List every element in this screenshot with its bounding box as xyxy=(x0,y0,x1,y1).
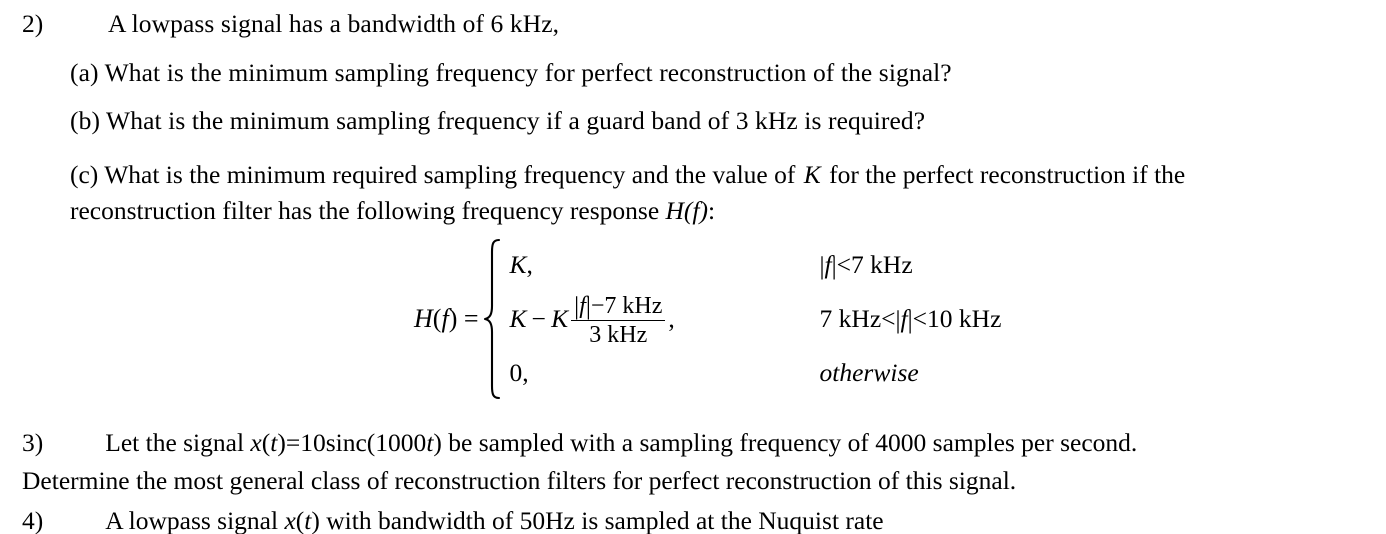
equation-lhs-close-paren: ) xyxy=(448,304,458,333)
case1-abs-bar-right: | xyxy=(831,253,837,280)
case2-fraction: |f|−7 kHz 3 kHz xyxy=(571,292,666,348)
equation-case-1-value: K, xyxy=(504,250,814,280)
case2-f: f xyxy=(900,304,908,333)
case2-cond-lhs: 7 kHz xyxy=(819,304,882,333)
equation-case-2-condition: 7 kHz<|f|<10 kHz xyxy=(814,304,1002,334)
question-4-text-post: with bandwidth of 50Hz is sampled at the… xyxy=(319,506,884,534)
case2-K2: K xyxy=(551,304,569,333)
item-c-line2-part2: : xyxy=(708,196,716,225)
case1-rhs: 7 kHz xyxy=(851,250,913,279)
question-3-expr-rhs-post: ) xyxy=(433,428,442,457)
equation-cases: K, |f|<7 kHz K − K |f|−7 kHz 3 kHz , 7 k… xyxy=(504,238,1002,400)
question-4-expr-x: x xyxy=(284,506,296,534)
case2-trailing-comma: , xyxy=(668,304,675,333)
item-c-transfer-function: H(f) xyxy=(665,196,708,225)
case2-numer-abs-bar-right: | xyxy=(585,292,591,320)
item-c-text-part1: (c) What is the minimum required samplin… xyxy=(70,160,802,189)
question-3-expr-close-paren: ) xyxy=(277,428,286,457)
question-3-line1: 3) Let the signal x(t)=10sinc(1000t) be s… xyxy=(22,424,1362,462)
case2-abs-bar-left: | xyxy=(895,307,901,334)
document-page: 2) A lowpass signal has a bandwidth of 6… xyxy=(0,0,1386,534)
question-2-item-c-line1: (c) What is the minimum required samplin… xyxy=(70,160,1185,189)
question-2-number: 2) xyxy=(22,9,44,38)
question-3-line2: Determine the most general class of reco… xyxy=(22,466,1017,495)
question-2-item-b: (b) What is the minimum sampling frequen… xyxy=(70,106,926,135)
question-2-item-c-line2: reconstruction filter has the following … xyxy=(70,193,1370,229)
question-3-expr-open-paren: ( xyxy=(261,428,271,457)
question-3-expr-x: x xyxy=(250,428,262,457)
question-2-stem: A lowpass signal has a bandwidth of 6 kH… xyxy=(108,9,560,38)
case2-abs-bar-right: | xyxy=(907,307,913,334)
case2-fraction-numerator: |f|−7 kHz xyxy=(571,292,666,321)
question-3-number: 3) xyxy=(22,428,44,457)
piecewise-equation: H(f) = K, |f|<7 kHz K − K |f|−7 kHz 3 kH… xyxy=(414,238,1001,400)
case2-cond-rhs: 10 kHz xyxy=(927,304,1002,333)
equation-case-3-condition: otherwise xyxy=(819,358,919,387)
equation-left-hand-side: H(f) = xyxy=(414,304,482,334)
question-4-clipped: 4) A lowpass signal x(t) with bandwidth o… xyxy=(22,505,1362,534)
case1-abs-bar-left: | xyxy=(819,253,825,280)
question-2-item-a: (a) What is the minimum sampling frequen… xyxy=(70,58,952,87)
case1-less-than: < xyxy=(836,250,852,279)
case2-numer-abs-bar-left: | xyxy=(574,292,580,320)
case2-less-than-2: < xyxy=(912,304,928,333)
question-4-number: 4) xyxy=(22,506,44,534)
question-3-line1-post: be sampled with a sampling frequency of … xyxy=(441,428,1138,457)
case2-numer-minus: − xyxy=(590,292,605,319)
equation-lhs-f: f xyxy=(441,304,449,333)
question-3-line1-pre: Let the signal xyxy=(105,428,251,457)
item-c-line2-part1: reconstruction filter has the following … xyxy=(70,196,666,225)
equation-case-2-value: K − K |f|−7 kHz 3 kHz , xyxy=(504,292,814,348)
case1-K: K xyxy=(509,250,527,279)
case1-comma: , xyxy=(526,250,533,279)
question-4-text-pre: A lowpass signal xyxy=(105,506,285,534)
question-3-expr-rhs-pre: 10sinc(1000 xyxy=(300,428,427,457)
case2-numer-rest: 7 kHz xyxy=(604,292,663,319)
left-curly-brace-icon xyxy=(482,238,504,400)
case2-minus: − xyxy=(531,304,547,333)
case2-less-than-1: < xyxy=(881,304,896,333)
equation-case-1-condition: |f|<7 kHz xyxy=(814,250,1002,280)
item-c-text-part2: for the perfect reconstruction if the xyxy=(822,160,1186,189)
case2-numer-f: f xyxy=(579,292,586,319)
question-2-item-c: (c) What is the minimum required samplin… xyxy=(70,157,1370,229)
question-3: 3) Let the signal x(t)=10sinc(1000t) be s… xyxy=(22,424,1362,500)
case2-K1: K xyxy=(509,304,527,333)
equation-lhs-H: H xyxy=(414,304,433,333)
equation-equals-sign: = xyxy=(463,304,479,333)
question-3-expr-equals: = xyxy=(285,428,301,457)
case2-fraction-denominator: 3 kHz xyxy=(589,321,648,348)
case1-f: f xyxy=(824,250,832,279)
question-4-expr-close-paren: ) xyxy=(311,506,320,534)
item-c-variable-k: K xyxy=(803,160,821,189)
equation-case-3-value: 0, xyxy=(509,358,529,387)
